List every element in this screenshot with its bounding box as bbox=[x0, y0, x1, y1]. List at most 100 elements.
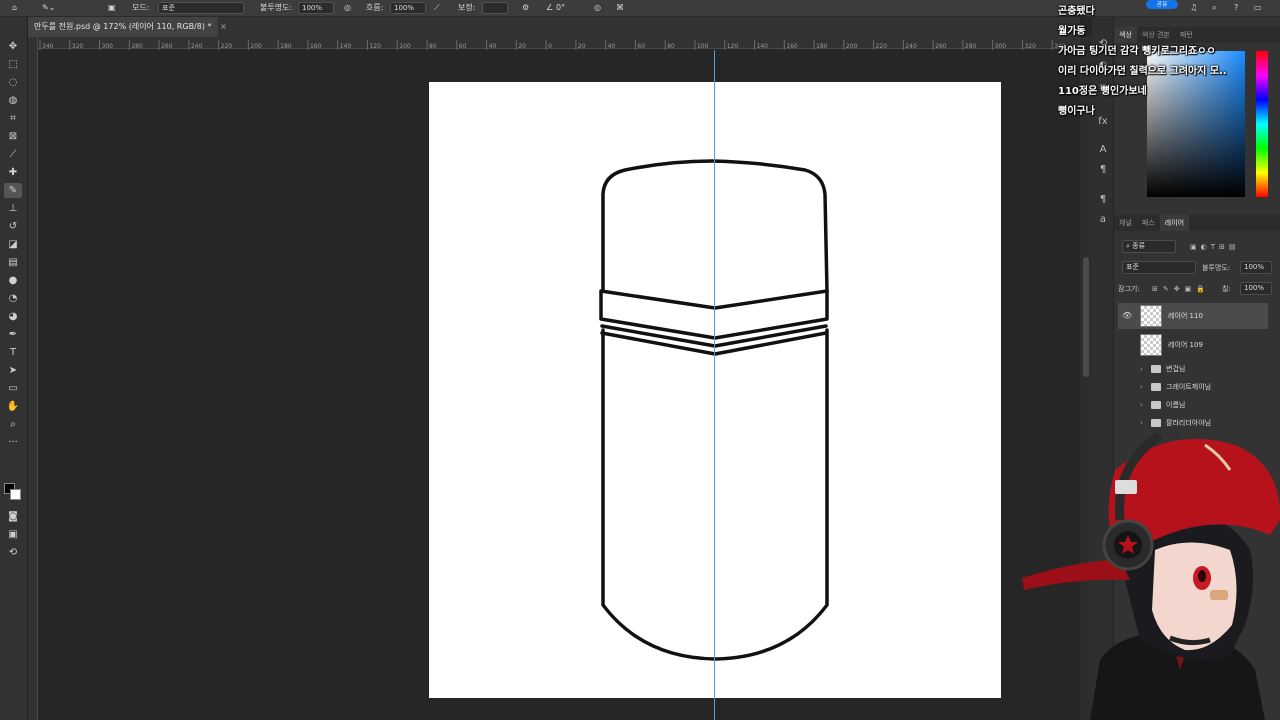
crop-icon[interactable]: ⌗ bbox=[4, 111, 22, 126]
gear-icon[interactable]: ⚙ bbox=[522, 2, 529, 14]
rectangle-icon[interactable]: ▭ bbox=[4, 381, 22, 396]
ruler-tick-label: 160 bbox=[310, 43, 322, 50]
ruler-tick-label: 280 bbox=[965, 43, 977, 50]
pressure-opacity-icon[interactable]: ◎ bbox=[344, 2, 351, 14]
mode-label: 모드: bbox=[132, 3, 150, 12]
path-select-icon[interactable]: ➤ bbox=[4, 363, 22, 378]
marquee-icon[interactable]: ⬚ bbox=[4, 57, 22, 72]
ruler-tick-label: 120 bbox=[727, 43, 739, 50]
airbrush-icon[interactable]: ⟋ bbox=[434, 2, 440, 14]
tab-paths[interactable]: 패스 bbox=[1137, 215, 1160, 231]
gradient-icon[interactable]: ▤ bbox=[4, 255, 22, 270]
eyedropper-icon[interactable]: ⟋ bbox=[4, 147, 22, 162]
symmetry-icon[interactable]: ⌘ bbox=[616, 2, 624, 14]
quick-mask-icon[interactable]: ◙ bbox=[4, 509, 22, 524]
chevron-right-icon[interactable]: › bbox=[1140, 378, 1143, 396]
lock-icons[interactable]: ⊞✎✥▣🔒 bbox=[1152, 281, 1210, 297]
thermos-line-drawing bbox=[599, 159, 829, 661]
type-icon[interactable]: T bbox=[4, 345, 22, 360]
ruler-tick-label: 200 bbox=[846, 43, 858, 50]
ruler-tick-label: 80 bbox=[429, 43, 437, 50]
layer-row[interactable]: 레이어 109 bbox=[1118, 332, 1268, 358]
folder-icon bbox=[1151, 401, 1161, 409]
brush-preset-icon[interactable]: ✎⌄ bbox=[42, 2, 55, 14]
tools-panel: ✥ ⬚ ◌ ◍ ⌗ ⊠ ⟋ ✚ ✎ ⊥ ↺ ◪ ▤ ● ◔ ◕ ✒ T ➤ ▭ … bbox=[0, 17, 28, 720]
angle-value[interactable]: 0° bbox=[556, 2, 565, 14]
ruler-tick-label: 60 bbox=[637, 43, 645, 50]
paragraph-style-icon[interactable]: ¶ bbox=[1096, 193, 1110, 207]
layer-group-row[interactable]: › 그레이트제이님 bbox=[1118, 378, 1268, 396]
tab-channels[interactable]: 채널 bbox=[1114, 215, 1137, 231]
screen-mode-icon[interactable]: ▣ bbox=[4, 527, 22, 542]
eraser-icon[interactable]: ◪ bbox=[4, 237, 22, 252]
background-color-swatch[interactable] bbox=[10, 489, 21, 500]
lasso-icon[interactable]: ◌ bbox=[4, 75, 22, 90]
close-icon[interactable]: × bbox=[220, 22, 227, 31]
ruler-tick-label: 120 bbox=[369, 43, 381, 50]
center-guide-line[interactable] bbox=[714, 50, 715, 720]
flow-input[interactable]: 100% bbox=[390, 2, 426, 14]
blend-mode-select[interactable]: 표준 bbox=[1122, 261, 1196, 274]
hand-icon[interactable]: ✋ bbox=[4, 399, 22, 414]
stamp-icon[interactable]: ⊥ bbox=[4, 201, 22, 216]
burn-icon[interactable]: ◕ bbox=[4, 309, 22, 324]
quick-select-icon[interactable]: ◍ bbox=[4, 93, 22, 108]
chat-message: 110정은 뼝인가보네 bbox=[1058, 86, 1147, 97]
body-outline bbox=[601, 328, 829, 661]
ruler-tick-label: 100 bbox=[697, 43, 709, 50]
edit-toolbar-icon[interactable]: ⟲ bbox=[4, 545, 22, 560]
artboard[interactable] bbox=[429, 82, 1001, 698]
dodge-icon[interactable]: ◔ bbox=[4, 291, 22, 306]
more-tools-icon[interactable]: ··· bbox=[4, 435, 22, 450]
move-icon[interactable]: ✥ bbox=[4, 39, 22, 54]
fill-input[interactable]: 100% bbox=[1240, 282, 1272, 295]
blend-row: 표준 불투명도: 100% bbox=[1118, 260, 1276, 276]
streamer-avatar bbox=[1022, 431, 1280, 720]
brush-settings-icon[interactable]: ▣ bbox=[108, 2, 116, 14]
smoothing-input[interactable] bbox=[482, 2, 508, 14]
ruler-tick-label: 300 bbox=[995, 43, 1007, 50]
glyphs-icon[interactable]: a bbox=[1096, 213, 1110, 227]
frame-icon[interactable]: ⊠ bbox=[4, 129, 22, 144]
pen-icon[interactable]: ✒ bbox=[4, 327, 22, 342]
zoom-icon[interactable]: ⌕ bbox=[4, 417, 22, 432]
opacity-input[interactable]: 100% bbox=[298, 2, 334, 14]
home-icon[interactable]: ⌂ bbox=[12, 2, 17, 14]
ruler-tick-label: 220 bbox=[876, 43, 888, 50]
filter-icons[interactable]: ▣◐T⊞▤ bbox=[1190, 239, 1239, 255]
healing-icon[interactable]: ✚ bbox=[4, 165, 22, 180]
document-tab[interactable]: 만두를 전원.psd @ 172% (레이어 110, RGB/8) * × bbox=[28, 17, 227, 37]
group-name: 그레이트제이님 bbox=[1166, 383, 1212, 391]
group-name: 변겁님 bbox=[1166, 365, 1186, 373]
ruler-tick-label: 320 bbox=[1024, 43, 1036, 50]
ruler-tick-label: 260 bbox=[161, 43, 173, 50]
tab-layers[interactable]: 레이어 bbox=[1159, 215, 1190, 231]
mode-select[interactable]: 표준 bbox=[158, 2, 244, 14]
horizontal-ruler[interactable]: 340 320 300 280 260 240 220 200 180 160 140 120 100 8… bbox=[38, 37, 1080, 52]
chat-message: 월가동 bbox=[1058, 26, 1086, 37]
layer-opacity-input[interactable]: 100% bbox=[1240, 261, 1272, 274]
pressure-size-icon[interactable]: ◎ bbox=[594, 2, 601, 14]
blur-icon[interactable]: ● bbox=[4, 273, 22, 288]
scroll-thumb[interactable] bbox=[1083, 257, 1089, 377]
ruler-tick-label: 100 bbox=[399, 43, 411, 50]
history-brush-icon[interactable]: ↺ bbox=[4, 219, 22, 234]
eye-icon[interactable]: 👁 bbox=[1122, 303, 1132, 329]
ruler-tick-label: 240 bbox=[191, 43, 203, 50]
brush-icon[interactable]: ✎ bbox=[4, 183, 22, 198]
character-icon[interactable]: A bbox=[1096, 143, 1110, 157]
chat-message: 뼝이구나 bbox=[1058, 106, 1095, 117]
ruler-tick-label: 0 bbox=[548, 43, 552, 50]
chevron-right-icon[interactable]: › bbox=[1140, 360, 1143, 378]
paragraph-icon[interactable]: ¶ bbox=[1096, 163, 1110, 177]
ruler-tick-label: 20 bbox=[518, 43, 526, 50]
layer-filter-select[interactable]: ⌕ 종류 bbox=[1122, 240, 1176, 253]
smoothing-label: 보정: bbox=[458, 3, 476, 12]
layer-row[interactable]: 👁 레이어 110 bbox=[1118, 303, 1268, 329]
vertical-ruler[interactable] bbox=[28, 37, 38, 720]
ruler-tick-label: 140 bbox=[340, 43, 352, 50]
layers-panel-tabs: 채널 패스 레이어 bbox=[1114, 215, 1280, 231]
ruler-tick-label: 260 bbox=[935, 43, 947, 50]
layer-group-row[interactable]: › 변겁님 bbox=[1118, 360, 1268, 378]
layer-name: 레이어 110 bbox=[1168, 312, 1203, 320]
